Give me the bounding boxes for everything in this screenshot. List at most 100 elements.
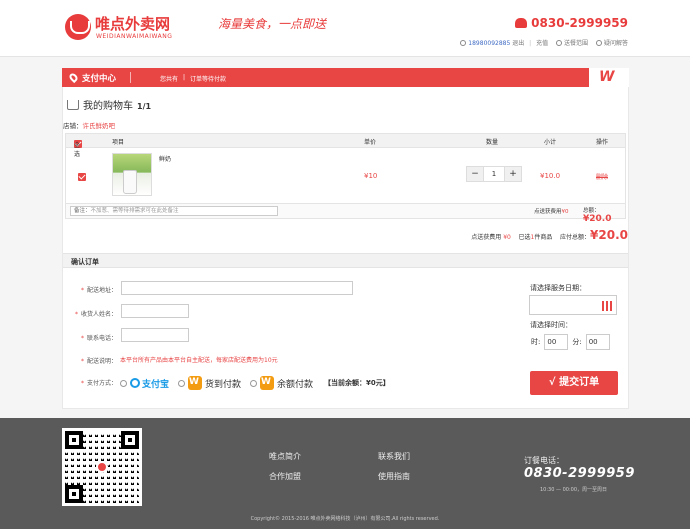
item-checkbox[interactable] [78,173,86,181]
address-label: 配送地址： [81,285,117,294]
note-label: 备注： [74,208,91,214]
summary-selected-suffix: 件商品 [534,234,553,241]
cod-label[interactable]: 货到付款 [205,377,241,390]
cod-icon [188,376,203,390]
calendar-icon[interactable] [602,301,612,311]
logo-mark-icon [65,14,91,40]
store-note-row: 备注：不加葱、需等待排需求可在此处备注 点送获费用¥0 总额：¥20.0 [65,204,626,224]
pay-center-title: 支付中心 [82,74,117,84]
store-total-value: ¥20.0 [583,214,612,224]
quantity-stepper: − 1 + [466,166,522,182]
alipay-label[interactable]: 支付宝 [142,377,169,390]
time-selectors: 时: 00 分: 00 [531,334,614,350]
cart-count: 1/1 [137,102,152,111]
item-subtotal: ¥10.0 [540,172,561,180]
recharge-link[interactable]: 充值 [536,40,548,47]
delete-button[interactable]: 删除 [596,172,608,181]
balance-label[interactable]: 余额付款 [277,377,313,390]
site-logo[interactable]: 唯点外卖网 WEIDIANWAIMAIWANG [65,12,201,44]
col-price: 单价 [364,139,377,146]
qr-finder [65,485,83,503]
delivery-fee-label: 点送获费用 [534,209,562,215]
service-date-input[interactable] [529,295,617,315]
delivery-range-link[interactable]: 送餐范围 [564,40,588,47]
recipient-name-input[interactable] [121,304,189,318]
col-action: 操作 [596,139,609,146]
qr-code [62,428,142,506]
user-phone-link[interactable]: 18980092885 [468,40,510,47]
payment-options: 支付宝 货到付款 余额付款 【当前余额：¥0元】 [120,376,390,390]
col-item: 项目 [112,139,125,146]
store-line: 店铺：许氏鲜奶吧 [63,120,115,130]
submit-order-button[interactable]: √ 提交订单 [530,371,618,395]
col-qty: 数量 [486,139,499,146]
footer-link-about[interactable]: 唯点简介 [269,451,301,462]
confirm-order-heading: 确认订单 [63,253,628,268]
service-date-label: 请选择服务日期： [530,284,586,292]
hour-label: 时: [531,338,541,346]
cod-radio[interactable] [178,379,186,387]
order-note-input[interactable]: 备注：不加葱、需等待排需求可在此处备注 [70,206,278,216]
pay-step-count: 您共有 [160,76,179,83]
site-footer: 唯点简介 联系我们 合作加盟 使用指南 订餐电话： 0830-2999959 1… [0,418,690,529]
qr-finder [121,431,139,449]
recipient-name-label: 收货人姓名： [75,309,117,318]
cart-icon [67,100,79,110]
divider: | [529,40,532,47]
summary-delivery-label: 点送获费用 [471,234,502,241]
question-icon [595,40,602,46]
footer-tel-label: 订餐电话： [524,456,564,465]
address-input[interactable] [121,281,353,295]
footer-hours: 10:30 — 00:00，周一至周日 [540,487,607,493]
increase-button[interactable]: + [505,167,521,181]
phone-label: 联系电话： [81,333,117,342]
cart-title-text: 我的购物车 [83,101,133,112]
slogan: 海量美食，一点即送 [218,17,327,31]
user-bar: 18980092885 退出 | 充值 送餐范围 疑问解答 [460,38,628,47]
copyright: Copyright© 2015-2016 唯点外卖网络科技（泸州）有限公司.Al… [250,516,440,522]
divider [130,72,131,83]
quantity-input[interactable]: 1 [483,167,505,181]
logo-subtext: WEIDIANWAIMAIWANG [96,33,173,40]
note-placeholder: 不加葱、需等待排需求可在此处备注 [90,208,179,214]
product-name[interactable]: 鲜奶 [159,154,171,163]
cart-table-header: 全选 项目 单价 数量 小计 操作 [65,133,626,158]
location-pin-icon [67,71,80,84]
store-label: 店铺： [63,122,83,130]
footer-link-guide[interactable]: 使用指南 [378,471,410,482]
qr-pattern [65,431,139,503]
delivery-note-label: 配送说明： [81,356,117,365]
footer-link-franchise[interactable]: 合作加盟 [269,471,301,482]
footer-tel: 0830-2999959 [524,466,635,481]
store-delivery-fee: 点送获费用¥0 [534,207,569,215]
decrease-button[interactable]: − [467,167,483,181]
summary-delivery-value: ¥0 [503,234,511,241]
pay-step-separator: | [183,74,186,81]
faq-link[interactable]: 疑问解答 [604,40,628,47]
store-name-link[interactable]: 许氏鲜奶吧 [83,122,116,130]
summary-total-label: 应付总额： [560,234,591,241]
balance-radio[interactable] [250,379,258,387]
summary-selected-prefix: 已选 [518,234,531,241]
qr-finder [65,431,83,449]
location-icon [556,40,563,46]
summary-total-value: ¥20.0 [590,228,628,242]
delivery-note-text: 本平台所有产品由本平台自主配送，每家店配送费用为10元 [120,357,278,364]
store-total: 总额：¥20.0 [583,206,625,224]
footer-link-contact[interactable]: 联系我们 [378,451,410,462]
col-subtotal: 小计 [544,139,557,146]
pay-center-bar: 支付中心 您共有 | 订单等待付款 [62,68,629,87]
minute-select[interactable]: 00 [585,334,610,350]
delivery-fee-value: ¥0 [561,209,569,215]
alipay-icon [130,378,140,388]
site-header: 唯点外卖网 WEIDIANWAIMAIWANG 海量美食，一点即送 0830-2… [0,0,690,57]
brand-w-icon [589,68,629,87]
phone-input[interactable] [121,328,189,342]
logout-link[interactable]: 退出 [512,40,524,47]
payment-method-label: 支付方式： [81,378,117,387]
logo-text: 唯点外卖网 [95,15,171,33]
unit-price: ¥10 [364,172,378,180]
hour-select[interactable]: 00 [544,334,569,350]
alipay-radio[interactable] [120,379,127,387]
product-image[interactable] [112,153,152,196]
